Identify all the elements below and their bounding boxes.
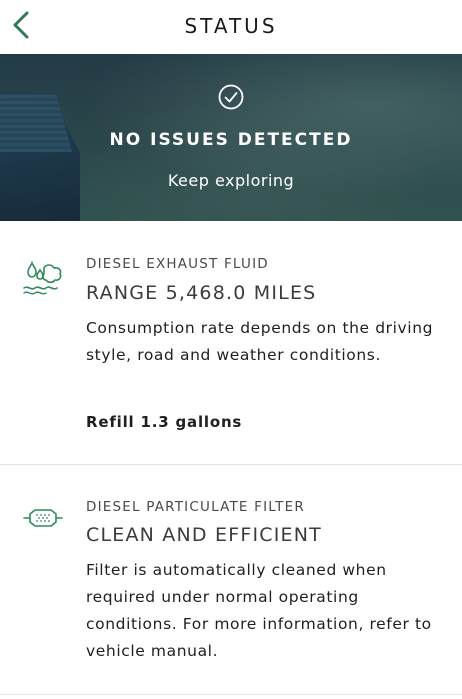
page-title: STATUS [184,14,278,38]
hero-title: NO ISSUES DETECTED [109,130,353,150]
particulate-filter-icon [22,505,64,535]
section-label: DIESEL PARTICULATE FILTER [86,499,305,515]
hero-subtitle: Keep exploring [167,171,295,190]
section-headline: RANGE 5,468.0 MILES [86,282,317,304]
diesel-particulate-filter-card: DIESEL PARTICULATE FILTER CLEAN AND EFFI… [0,465,462,699]
section-headline: CLEAN AND EFFICIENT [86,524,322,546]
diesel-exhaust-fluid-icon [22,256,64,300]
status-hero-banner: NO ISSUES DETECTED Keep exploring [0,54,462,221]
check-circle-icon [218,84,244,110]
section-label: DIESEL EXHAUST FLUID [86,256,269,272]
top-bar: STATUS [0,0,462,54]
section-description: Filter is automatically cleaned when req… [86,561,432,660]
diesel-exhaust-fluid-card: DIESEL EXHAUST FLUID RANGE 5,468.0 MILES… [0,221,462,464]
section-divider [0,694,462,695]
status-screen: STATUS NO ISSUES DETECTED Keep exploring… [0,0,462,699]
refill-amount: Refill 1.3 gallons [86,413,243,431]
section-description: Consumption rate depends on the driving … [86,319,434,364]
